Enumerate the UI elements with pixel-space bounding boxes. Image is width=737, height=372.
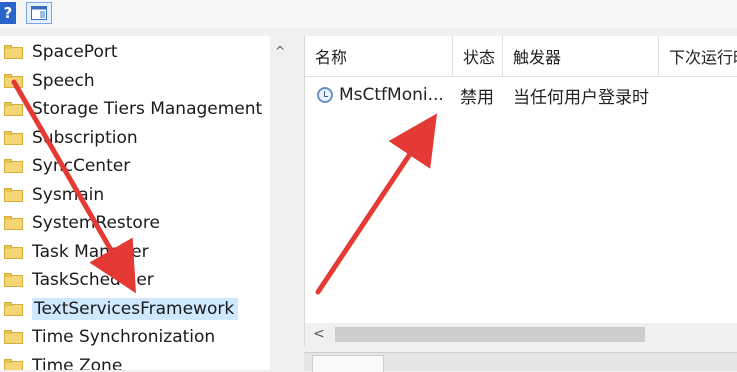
tree-item-sysmain[interactable]: Sysmain	[0, 181, 270, 209]
tree-item-label: Storage Tiers Management	[32, 99, 263, 119]
tree-item-textservicesframework[interactable]: TextServicesFramework	[0, 295, 270, 323]
scroll-left-arrow-icon[interactable]: <	[313, 326, 325, 342]
column-header-next-run-time[interactable]: 下次运行时	[659, 36, 737, 76]
details-tab[interactable]	[312, 355, 384, 372]
folder-icon	[4, 359, 23, 370]
pane-icon	[31, 6, 47, 20]
toolbar: ?	[0, 0, 737, 28]
folder-icon	[4, 159, 23, 173]
folder-icon	[4, 245, 23, 259]
column-header-trigger[interactable]: 触发器	[503, 36, 659, 76]
table-row[interactable]: MsCtfMoni... 禁用 当任何用户登录时	[305, 80, 737, 110]
tree-item-label: Time Synchronization	[32, 327, 216, 347]
task-name: MsCtfMoni...	[339, 85, 444, 105]
task-list-header: 名称 状态 触发器 下次运行时	[305, 36, 737, 77]
tree-item-label: SpacePort	[32, 42, 118, 62]
task-list-pane: 名称 状态 触发器 下次运行时 MsCtfMoni... 禁用 当任何用户登录时…	[304, 36, 737, 346]
tree-item-label: TextServicesFramework	[32, 298, 239, 320]
tree-item-taskscheduler[interactable]: TaskScheduler	[0, 266, 270, 294]
tree-item-label: Speech	[32, 71, 95, 91]
help-glyph: ?	[3, 4, 13, 22]
column-header-status[interactable]: 状态	[453, 36, 503, 76]
scrollbar-thumb[interactable]	[335, 327, 645, 342]
task-trigger: 当任何用户登录时	[513, 87, 649, 108]
tree-item-task-manager[interactable]: Task Manager	[0, 238, 270, 266]
list-horizontal-scrollbar[interactable]: <	[305, 323, 737, 346]
help-icon[interactable]: ?	[0, 2, 16, 24]
folder-icon	[4, 302, 23, 316]
scroll-up-arrow-icon[interactable]: ^	[275, 44, 285, 58]
tree-item-label: TaskScheduler	[32, 270, 154, 290]
folder-icon	[4, 45, 23, 59]
details-tab-strip	[304, 352, 737, 372]
tree-item-label: SyncCenter	[32, 156, 131, 176]
tree-item-storage-tiers-management[interactable]: Storage Tiers Management	[0, 95, 270, 123]
tree-item-label: SystemRestore	[32, 213, 160, 233]
tree-item-spaceport[interactable]: SpacePort	[0, 38, 270, 66]
tree-item-label: Time Zone	[32, 356, 123, 370]
tree-item-label: Task Manager	[32, 242, 149, 262]
tree-item-label: Subscription	[32, 128, 138, 148]
task-name-cell: MsCtfMoni...	[317, 80, 453, 110]
folder-icon	[4, 216, 23, 230]
tree-item-label: Sysmain	[32, 185, 105, 205]
tree-item-systemrestore[interactable]: SystemRestore	[0, 209, 270, 237]
task-folder-tree: SpacePort Speech Storage Tiers Managemen…	[0, 36, 293, 370]
tree-vertical-scrollbar[interactable]: ^	[270, 36, 293, 370]
show-hide-pane-icon[interactable]	[26, 2, 52, 24]
folder-icon	[4, 188, 23, 202]
folder-icon	[4, 273, 23, 287]
folder-icon	[4, 102, 23, 116]
folder-icon	[4, 74, 23, 88]
task-status: 禁用	[460, 87, 494, 108]
tree-item-subscription[interactable]: Subscription	[0, 124, 270, 152]
tree-item-time-zone[interactable]: Time Zone	[0, 352, 270, 370]
column-header-name[interactable]: 名称	[305, 36, 453, 76]
folder-icon	[4, 131, 23, 145]
folder-icon	[4, 330, 23, 344]
tree-item-time-synchronization[interactable]: Time Synchronization	[0, 323, 270, 351]
tree-item-synccenter[interactable]: SyncCenter	[0, 152, 270, 180]
tree-item-speech[interactable]: Speech	[0, 67, 270, 95]
task-clock-icon	[317, 87, 333, 103]
